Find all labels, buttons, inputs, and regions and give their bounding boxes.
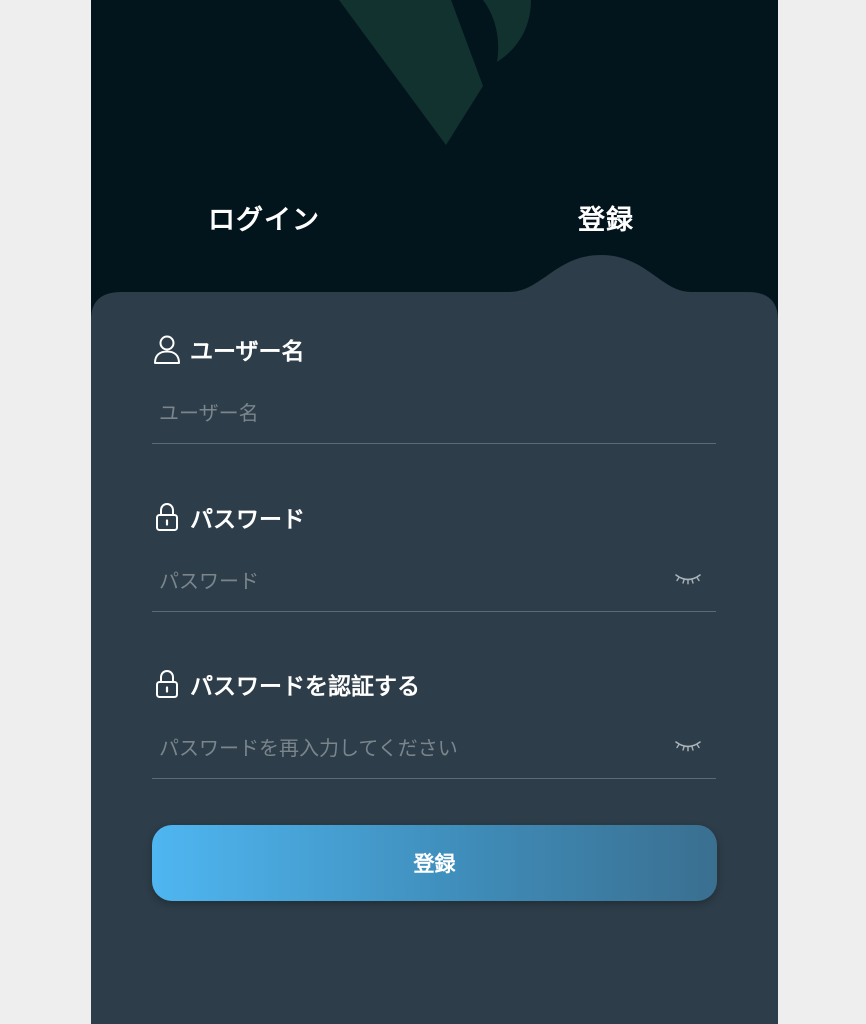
confirm-password-label-text: パスワードを認証する [190,674,420,700]
user-icon [153,334,181,364]
eye-closed-icon[interactable] [674,738,702,754]
register-form: ユーザー名 パスワード [91,0,778,1024]
register-button[interactable]: 登録 [152,825,717,901]
password-label-text: パスワード [190,507,305,533]
lock-icon [153,502,181,532]
confirm-password-field [152,722,716,779]
password-field [152,555,716,612]
password-label: パスワード [153,500,305,534]
confirm-password-label: パスワードを認証する [153,667,420,701]
lock-icon [153,669,181,699]
app-screen: ログイン 登録 ユーザー名 ユーザー名 パスワード パスワードを認証する 登録 [91,0,778,1024]
confirm-password-input[interactable] [159,722,659,774]
password-input[interactable] [159,555,659,607]
username-input[interactable] [159,387,659,439]
username-field [152,387,716,444]
eye-closed-icon[interactable] [674,571,702,587]
username-label-text: ユーザー名 [190,339,305,365]
username-label: ユーザー名 [153,332,305,366]
